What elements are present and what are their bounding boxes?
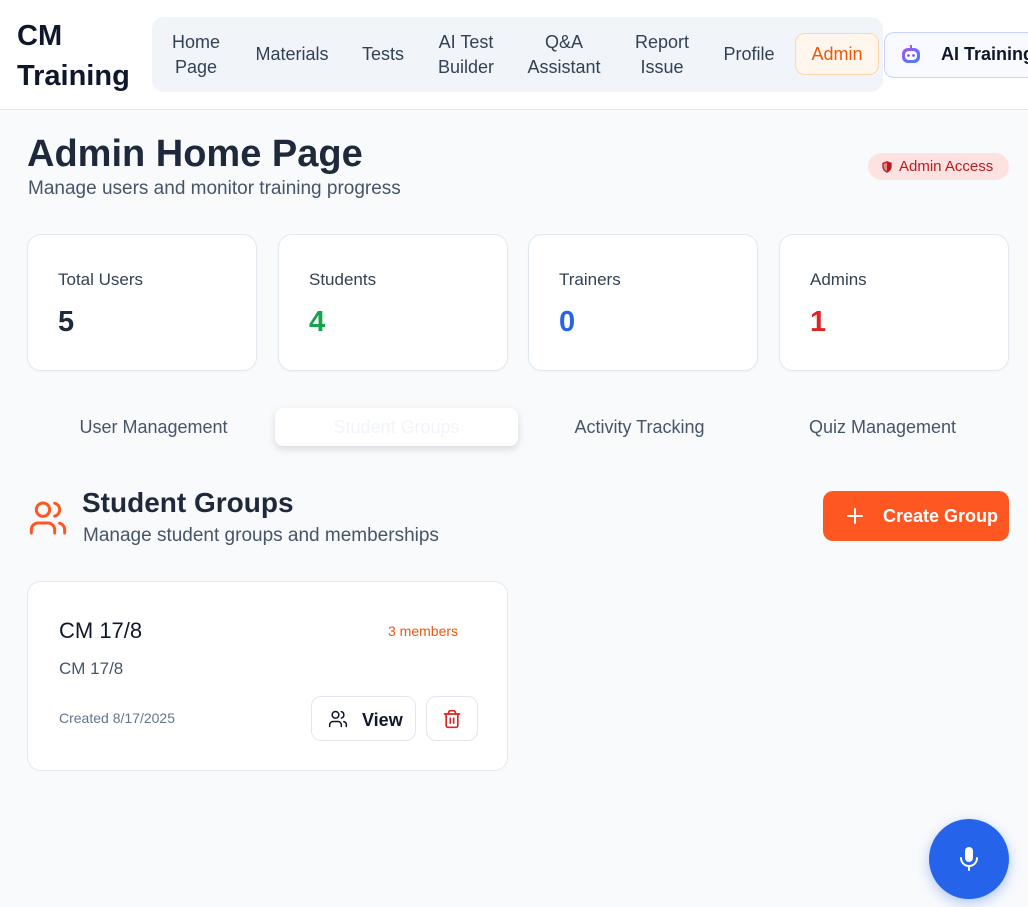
stat-value: 5 — [58, 306, 75, 338]
section-title: Student Groups — [82, 487, 294, 518]
group-card: CM 17/8 3 members CM 17/8 Created 8/17/2… — [27, 581, 508, 771]
stat-label: Trainers — [559, 270, 621, 289]
page-subtitle: Manage users and monitor training progre… — [28, 178, 401, 199]
view-group-button[interactable]: View — [311, 696, 416, 741]
ai-training-label: AI Training — [941, 44, 1028, 64]
page-title: Admin Home Page — [27, 133, 363, 175]
nav-report-issue[interactable]: Report Issue — [618, 17, 706, 92]
group-member-count: 3 members — [388, 623, 459, 639]
main-nav: Home Page Materials Tests AI Test Builder … — [152, 17, 883, 92]
stat-label: Students — [309, 270, 377, 289]
plus-icon — [847, 508, 863, 524]
nav-admin[interactable]: Admin — [795, 33, 879, 75]
nav-label: Materials — [255, 44, 329, 64]
nav-label: Issue — [640, 56, 684, 77]
admin-access-badge: Admin Access — [868, 153, 1009, 180]
section-subtitle: Manage student groups and memberships — [83, 525, 439, 546]
microphone-icon — [960, 847, 978, 871]
stat-card-trainers: Trainers 0 — [528, 234, 758, 371]
stat-card-students: Students 4 — [278, 234, 508, 371]
nav-tests[interactable]: Tests — [344, 17, 422, 92]
trash-icon — [443, 709, 461, 729]
stat-card-admins: Admins 1 — [779, 234, 1009, 371]
admin-access-label: Admin Access — [899, 158, 994, 175]
create-group-button[interactable]: Create Group — [823, 491, 1009, 541]
robot-icon — [902, 45, 920, 63]
ai-training-button[interactable]: AI Training — [884, 32, 1028, 78]
voice-assistant-button[interactable] — [929, 819, 1009, 899]
tab-quiz-management[interactable]: Quiz Management — [761, 408, 1004, 446]
stat-value: 0 — [559, 306, 576, 338]
tab-student-groups[interactable]: Student Groups — [275, 408, 518, 446]
shield-icon — [882, 160, 892, 173]
group-description: CM 17/8 — [59, 659, 124, 678]
stat-label: Admins — [810, 270, 867, 289]
nav-home-page[interactable]: Home Page — [152, 17, 240, 92]
stat-value: 4 — [309, 306, 326, 338]
stat-card-total-users: Total Users 5 — [27, 234, 257, 371]
nav-materials[interactable]: Materials — [240, 17, 344, 92]
users-icon — [328, 710, 348, 728]
nav-label: AI Test — [438, 31, 494, 52]
top-header: CM Training Home Page Materials Tests AI … — [0, 0, 1028, 110]
group-created-date: Created 8/17/2025 — [59, 710, 175, 726]
tab-user-management[interactable]: User Management — [32, 408, 275, 446]
nav-label: Report — [634, 31, 690, 52]
nav-profile[interactable]: Profile — [710, 17, 788, 92]
brand-line-2: Training — [17, 60, 130, 92]
nav-label: Builder — [437, 56, 495, 77]
nav-label: Q&A — [544, 31, 583, 52]
nav-ai-test-builder[interactable]: AI Test Builder — [422, 17, 510, 92]
stat-value: 1 — [810, 306, 827, 338]
nav-label: Page — [174, 56, 218, 77]
nav-label: Tests — [361, 44, 404, 64]
create-group-label: Create Group — [883, 506, 999, 526]
nav-label: Profile — [723, 44, 775, 64]
delete-group-button[interactable] — [426, 696, 478, 741]
group-name: CM 17/8 — [59, 618, 143, 643]
nav-label: Admin — [811, 43, 863, 64]
nav-qa-assistant[interactable]: Q&A Assistant — [510, 17, 618, 92]
brand-line-1: CM — [17, 20, 63, 52]
nav-label: Assistant — [527, 56, 601, 77]
tab-activity-tracking[interactable]: Activity Tracking — [518, 408, 761, 446]
stat-label: Total Users — [58, 270, 144, 289]
users-icon — [29, 501, 67, 535]
nav-label: Home — [171, 31, 220, 52]
view-label: View — [362, 710, 403, 730]
brand-logo[interactable]: CM Training — [17, 16, 130, 96]
